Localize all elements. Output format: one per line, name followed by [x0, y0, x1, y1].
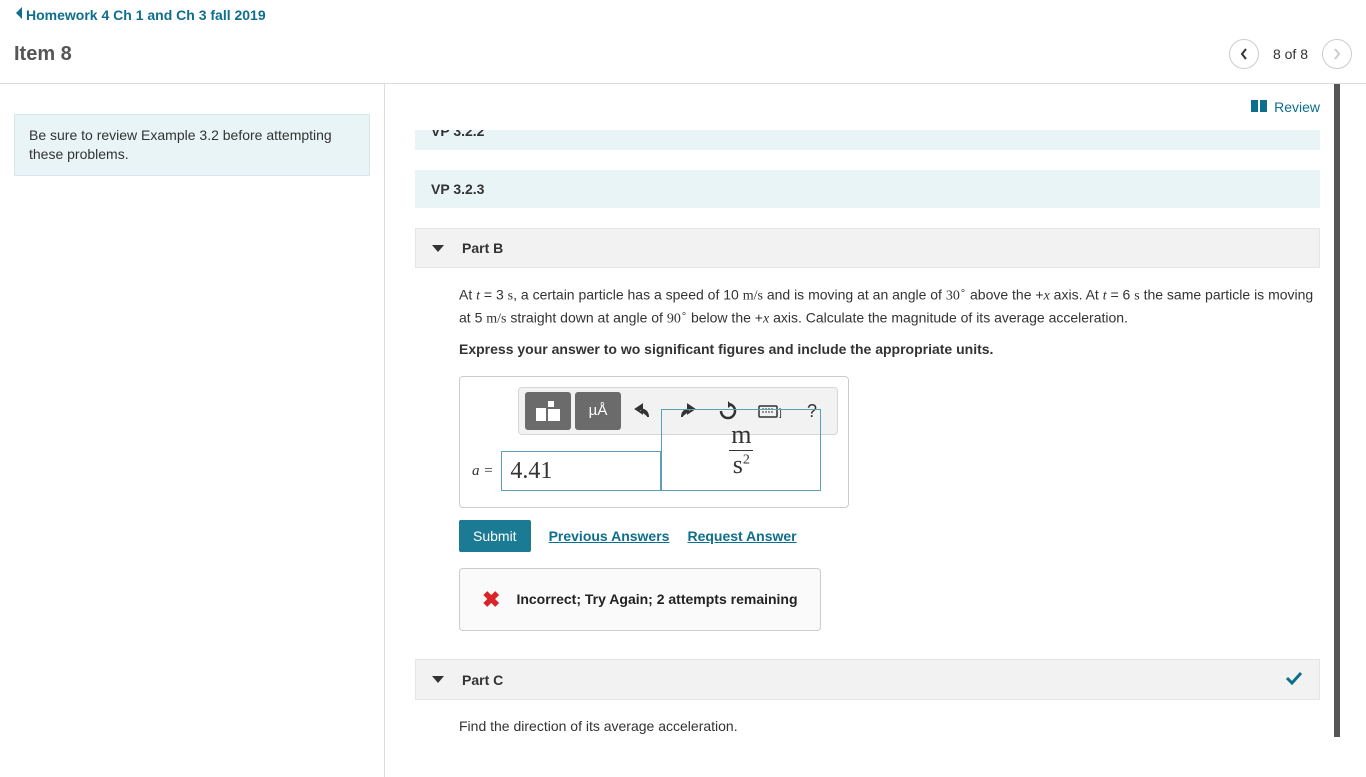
incorrect-icon: ✖: [482, 583, 500, 616]
part-b-problem: At t = 3 s, a certain particle has a spe…: [459, 284, 1319, 329]
part-b-title: Part B: [462, 240, 503, 256]
answer-units-input[interactable]: m s2: [661, 409, 821, 491]
previous-answers-link[interactable]: Previous Answers: [549, 526, 670, 547]
answer-box: µÅ ] ? a =: [459, 376, 849, 508]
book-icon: [1250, 99, 1268, 116]
sidebar: Be sure to review Example 3.2 before att…: [0, 84, 385, 777]
part-c: Part C: [415, 659, 1320, 700]
section-vp322[interactable]: VP 3.2.2: [415, 130, 1320, 150]
feedback-message: Incorrect; Try Again; 2 attempts remaini…: [516, 589, 797, 610]
special-chars-button[interactable]: µÅ: [575, 392, 621, 430]
breadcrumb-link[interactable]: Homework 4 Ch 1 and Ch 3 fall 2019: [14, 4, 266, 25]
request-answer-link[interactable]: Request Answer: [687, 526, 796, 547]
prev-item-button[interactable]: [1229, 39, 1259, 69]
review-label: Review: [1274, 99, 1320, 115]
part-c-header[interactable]: Part C: [416, 660, 1319, 699]
part-b: Part B: [415, 228, 1320, 268]
variable-label: a =: [472, 460, 493, 483]
part-b-header[interactable]: Part B: [416, 229, 1319, 267]
next-item-button: [1322, 39, 1352, 69]
caret-down-icon: [432, 676, 444, 683]
check-icon: [1285, 671, 1303, 688]
part-c-title: Part C: [462, 672, 503, 688]
part-b-instruction: Express your answer to wo significant fi…: [459, 339, 1320, 360]
review-link[interactable]: Review: [1250, 99, 1320, 116]
answer-value-input[interactable]: 4.41: [501, 451, 661, 491]
undo-button[interactable]: [625, 392, 663, 430]
section-vp323[interactable]: VP 3.2.3: [415, 170, 1320, 208]
chevron-left-icon: [14, 6, 24, 23]
feedback-box: ✖ Incorrect; Try Again; 2 attempts remai…: [459, 568, 821, 631]
submit-button[interactable]: Submit: [459, 520, 531, 552]
page-count: 8 of 8: [1273, 46, 1308, 62]
page-title: Item 8: [14, 43, 72, 66]
hint-note: Be sure to review Example 3.2 before att…: [14, 114, 370, 176]
part-c-problem: Find the direction of its average accele…: [459, 716, 1319, 737]
templates-button[interactable]: [525, 392, 571, 430]
breadcrumb-label: Homework 4 Ch 1 and Ch 3 fall 2019: [26, 7, 266, 23]
caret-down-icon: [432, 245, 444, 252]
